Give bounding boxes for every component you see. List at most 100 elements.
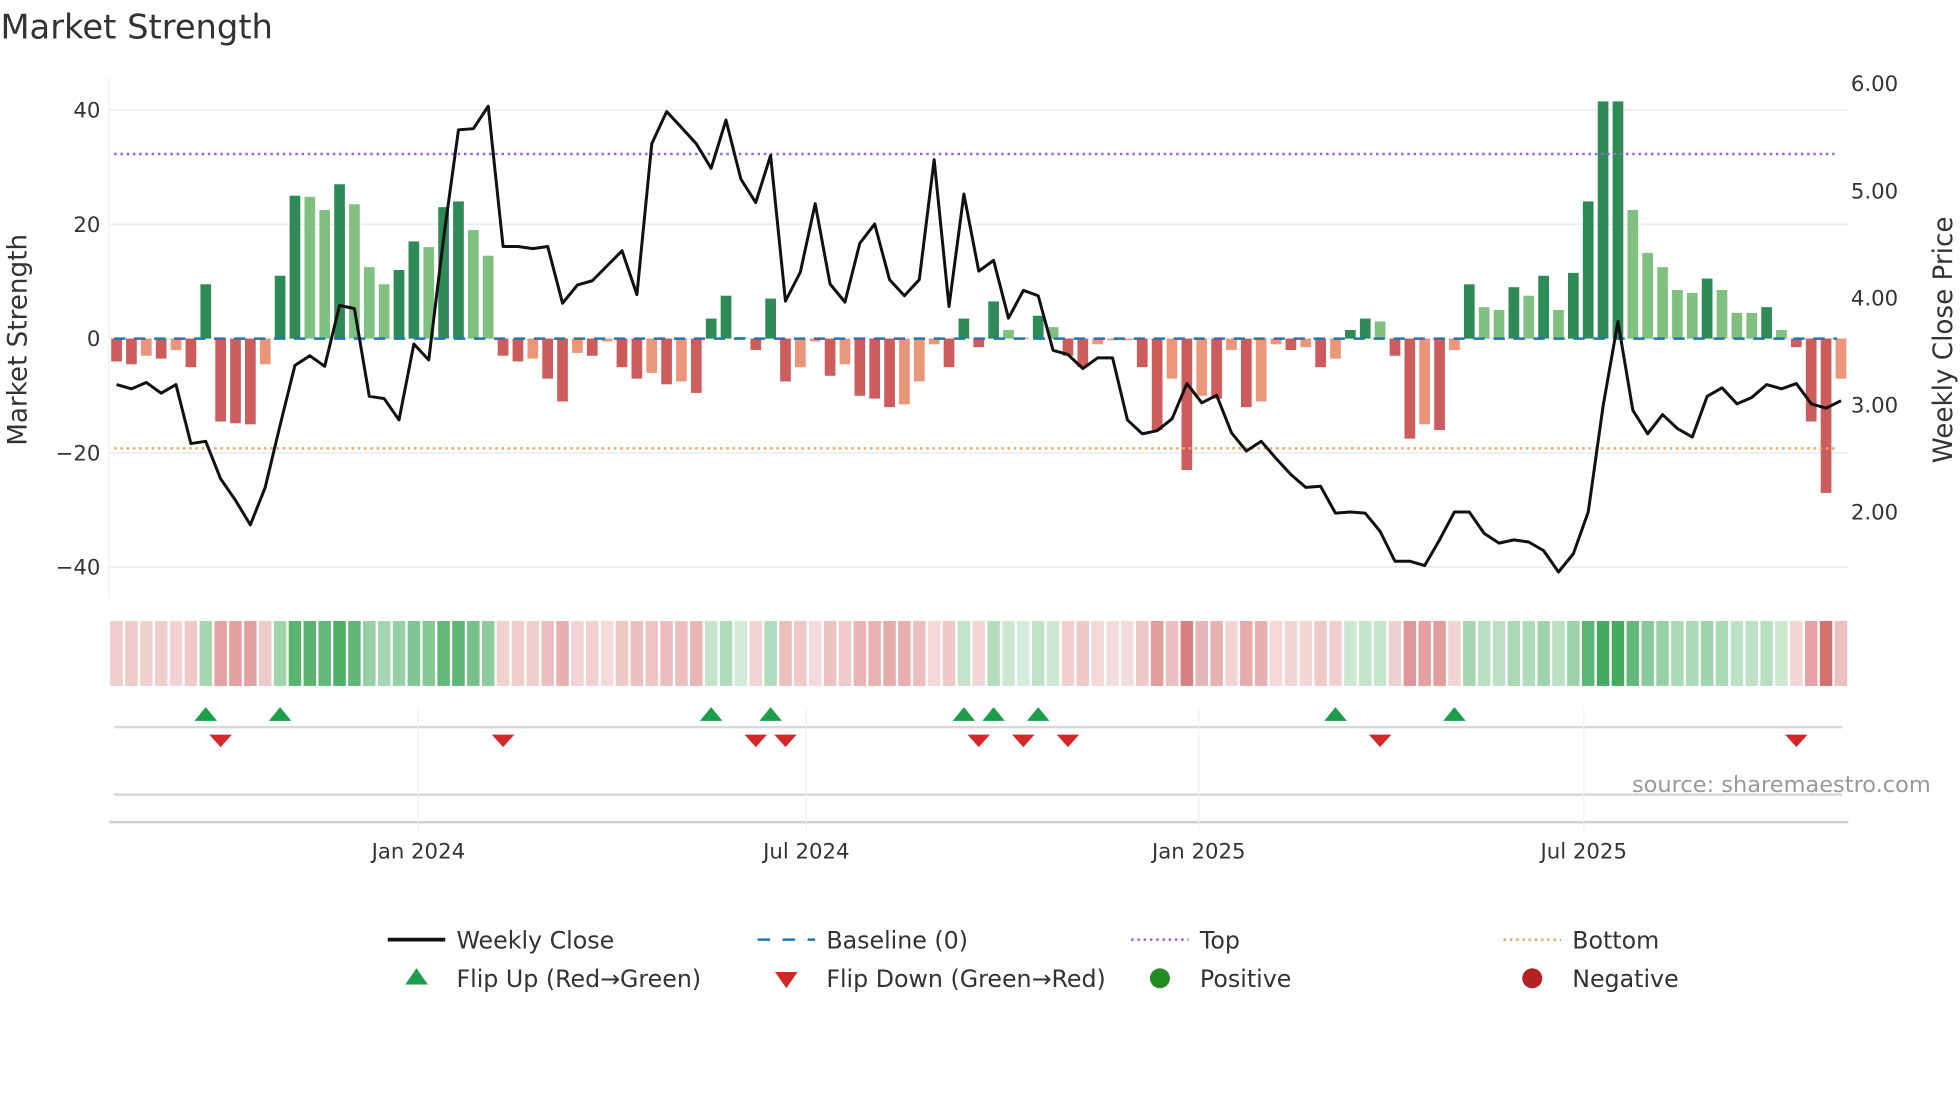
strength-bar [1805,338,1817,422]
strip-cell [1002,620,1015,686]
strength-bar [1240,338,1252,408]
strength-bar [1523,295,1535,339]
strip-cell [169,620,183,686]
strength-bar [215,338,226,422]
strength-bar [1746,312,1758,339]
strip-cell [779,620,792,686]
flip-markers [114,707,1843,796]
strip-cell [199,620,213,686]
strength-bar [780,338,791,382]
strength-bar [572,338,583,353]
strength-bar [1419,338,1431,425]
strip-cell [868,620,881,686]
strip-cell [184,620,198,686]
strip-cell [1150,620,1164,686]
strip-cell [1373,620,1387,686]
strength-bar [676,338,687,382]
strip-cell [318,620,331,686]
strip-cell [690,620,703,686]
strip-cell [288,620,302,686]
strip-cell [511,620,525,686]
strip-cell [1790,620,1803,686]
strip-cell [645,620,658,686]
flip-down-marker [1012,734,1035,748]
strip-cell [1403,620,1417,686]
strip-cell [942,620,956,686]
strength-bar [720,295,732,339]
strength-bar [453,201,464,339]
strength-bar [1374,321,1386,339]
strip-cell [838,620,852,686]
strip-cell [1210,620,1223,686]
flip-down-marker [491,734,515,748]
strip-cell [571,620,584,686]
strength-bar [1716,290,1728,339]
strength-bar [289,195,301,339]
strip-cell [1076,620,1090,686]
flip-down-marker [209,734,232,748]
strip-cell [303,620,317,686]
strip-cell [229,620,242,686]
strip-cell [913,620,926,686]
strip-cell [258,620,272,686]
flip-up-marker [1026,707,1050,721]
strip-cell [1344,620,1357,686]
strength-bar [795,338,806,368]
strip-cell [1596,620,1610,686]
strength-bar [557,338,568,402]
strip-cell [1299,620,1313,686]
strength-bar [1226,338,1237,351]
legend-label: Weekly Close [456,926,614,954]
strip-cell [481,620,495,686]
strength-bar [765,298,776,339]
strip-cell [1715,620,1729,686]
strip-cell [1745,620,1758,686]
strength-bar [1820,338,1832,493]
strip-cell [1775,620,1788,686]
legend-label: Flip Down (Green→Red) [826,965,1105,993]
strength-bar [349,204,360,339]
strip-cell [1463,620,1476,686]
strip-cell [1492,620,1506,686]
legend-label: Negative [1572,965,1678,993]
strip-cell [719,620,733,686]
strength-bar [973,338,985,348]
legend-swatch [1149,968,1170,989]
strip-cell [586,620,599,686]
strength-bar [646,338,658,373]
strength-bar [482,255,494,339]
strip-cell [972,620,985,686]
strip-cell [1700,620,1714,686]
strength-bar [1404,338,1416,439]
strip-cell [1121,620,1134,686]
strength-bar [467,229,479,339]
strength-bar [1776,330,1787,339]
strength-bar [1181,338,1193,471]
source-label: source: sharemaestro.com [1632,772,1931,798]
strip-cell [392,620,406,686]
legend-item-flip_down: Flip Down (Green→Red) [775,965,1106,993]
flip-down-marker [774,734,797,748]
strip-cell [1106,620,1119,686]
legend-item-top: Top [1131,926,1240,954]
chart-title: Market Strength [0,8,272,47]
strip-cell [1329,620,1342,686]
strength-bar [1701,278,1713,339]
legend-swatch [1522,968,1543,989]
strip-cell [1581,620,1595,686]
flip-down-marker [1368,734,1392,748]
strength-bar [230,338,241,424]
strength-bar [1300,338,1312,348]
strip-cell [808,620,822,686]
strip-cell [1641,620,1654,686]
y-tick-label: 0 [87,327,101,352]
heat-strip [110,620,1848,686]
strength-bar [1330,338,1341,359]
strip-cell [154,620,168,686]
strip-cell [1225,620,1238,686]
y2-axis-label: Weekly Close Price [1929,217,1959,464]
strip-cell [110,620,123,686]
strength-bar [185,338,197,368]
flip-down-marker [744,734,768,748]
strip-cell [1522,620,1536,686]
